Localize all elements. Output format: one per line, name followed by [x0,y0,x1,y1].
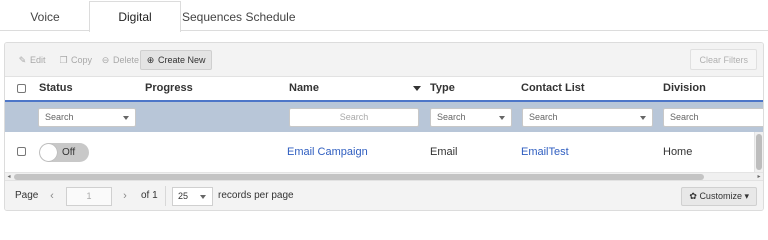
column-header-progress[interactable]: Progress [145,77,193,100]
tab-sequences[interactable]: Sequences [181,1,243,31]
division-filter-input[interactable]: Search [663,108,763,127]
chevron-down-icon [499,116,505,120]
type-filter-select[interactable]: Search [430,108,512,127]
clear-filters-button[interactable]: Clear Filters [690,49,757,70]
campaigns-grid: ✎ Edit ❐ Copy ⊖ Delete ⊕ Create New Clear Fi… [4,42,764,211]
contact-list-filter-select[interactable]: Search [522,108,653,127]
edit-button[interactable]: ✎ Edit [13,50,51,70]
minus-circle-icon: ⊖ [101,55,110,65]
toggle-label: Off [62,147,76,158]
select-all-checkbox[interactable] [17,84,26,93]
column-header-division[interactable]: Division [663,77,706,100]
chevron-down-icon [123,116,129,120]
gear-icon: ✿ [689,191,697,201]
delete-button[interactable]: ⊖ Delete [96,50,144,70]
column-header-status[interactable]: Status [39,77,73,100]
vertical-scroll-thumb[interactable] [756,134,762,170]
column-header-name[interactable]: Name [289,77,319,100]
records-per-page-label: records per page [218,190,294,201]
campaign-name-link[interactable]: Email Campaign [287,132,368,172]
table-row[interactable]: Off Email Campaign Email EmailTest Home [5,132,763,172]
horizontal-scrollbar[interactable]: ◂ ▸ [5,172,763,180]
caret-down-icon: ▾ [744,191,749,201]
divider [165,186,166,206]
column-header-contact-list[interactable]: Contact List [521,77,585,100]
page-size-select[interactable]: 25 [172,187,213,206]
grid-header: Status Progress Name Type Contact List D… [5,77,763,102]
page-label: Page [15,190,39,201]
chevron-down-icon [200,195,206,199]
name-filter-input[interactable]: Search [289,108,419,127]
row-checkbox[interactable] [17,147,26,156]
status-filter-select[interactable]: Search [38,108,136,127]
tab-voice-campaigns[interactable]: Voice Campaigns [0,1,90,54]
division-cell: Home [663,146,693,158]
type-cell: Email [430,146,458,158]
toggle-knob [40,144,57,161]
status-toggle[interactable]: Off [39,143,89,162]
edit-icon: ✎ [18,55,27,65]
plus-circle-icon: ⊕ [146,55,155,65]
grid-toolbar: ✎ Edit ❐ Copy ⊖ Delete ⊕ Create New Clear Fi… [5,43,763,77]
previous-page-button[interactable]: ‹ [43,187,61,205]
customize-button[interactable]: ✿ Customize ▾ [681,187,757,206]
pagination-bar: Page ‹ 1 › of 1 25 records per page ✿ Cu… [5,180,763,210]
tab-schedule[interactable]: Schedule [243,1,298,31]
create-new-button[interactable]: ⊕ Create New [140,50,212,70]
next-page-button[interactable]: › [116,187,134,205]
tab-digital-campaigns[interactable]: Digital Campaigns [89,1,181,54]
filter-row: Search Search Search Search Search [5,102,763,132]
page-count-label: of 1 [141,190,158,201]
chevron-down-icon [640,116,646,120]
page-number-input[interactable]: 1 [66,187,112,206]
tab-bar: Voice Campaigns Digital Campaigns Sequen… [0,0,768,54]
copy-icon: ❐ [59,55,68,65]
contact-list-link[interactable]: EmailTest [521,132,569,172]
sort-descending-icon[interactable] [413,86,421,91]
copy-button[interactable]: ❐ Copy [54,50,97,70]
column-header-type[interactable]: Type [430,77,455,100]
vertical-scrollbar[interactable] [754,132,763,172]
